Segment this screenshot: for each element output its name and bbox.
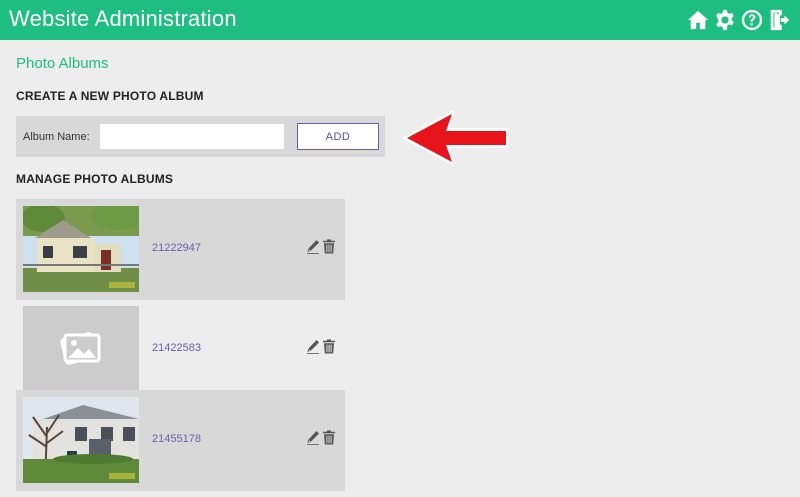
edit-icon[interactable] [306,430,320,445]
red-arrow-annotation [402,110,508,166]
album-thumbnail[interactable] [23,397,139,483]
app-title: Website Administration [9,6,237,31]
home-icon[interactable] [686,9,709,32]
gear-icon[interactable] [713,9,736,32]
album-thumbnail[interactable] [23,206,139,292]
trash-icon[interactable] [322,239,336,254]
breadcrumb-photo-albums[interactable]: Photo Albums [16,55,109,72]
trash-icon[interactable] [322,339,336,354]
album-row: 21222947 [16,199,345,300]
album-row: 21422583 [16,299,345,400]
create-album-heading: CREATE A NEW PHOTO ALBUM [16,89,204,103]
trash-icon[interactable] [322,430,336,445]
album-id-link[interactable]: 21222947 [152,242,201,254]
album-thumbnail[interactable] [23,306,139,392]
album-id-link[interactable]: 21422583 [152,342,201,354]
manage-albums-heading: MANAGE PHOTO ALBUMS [16,172,174,186]
album-row: 21455178 [16,390,345,491]
add-button[interactable]: ADD [297,123,379,150]
top-icons [686,8,790,32]
house-photo [23,206,139,292]
logout-icon[interactable] [767,9,790,32]
top-bar: Website Administration [0,0,800,40]
help-icon[interactable] [740,9,763,32]
house-photo [23,397,139,483]
create-album-form: Album Name: ADD [16,116,385,157]
edit-icon[interactable] [306,239,320,254]
album-name-input[interactable] [100,124,284,149]
edit-icon[interactable] [306,339,320,354]
photo-placeholder-icon [23,306,139,392]
album-id-link[interactable]: 21455178 [152,433,201,445]
album-name-label: Album Name: [23,131,90,143]
